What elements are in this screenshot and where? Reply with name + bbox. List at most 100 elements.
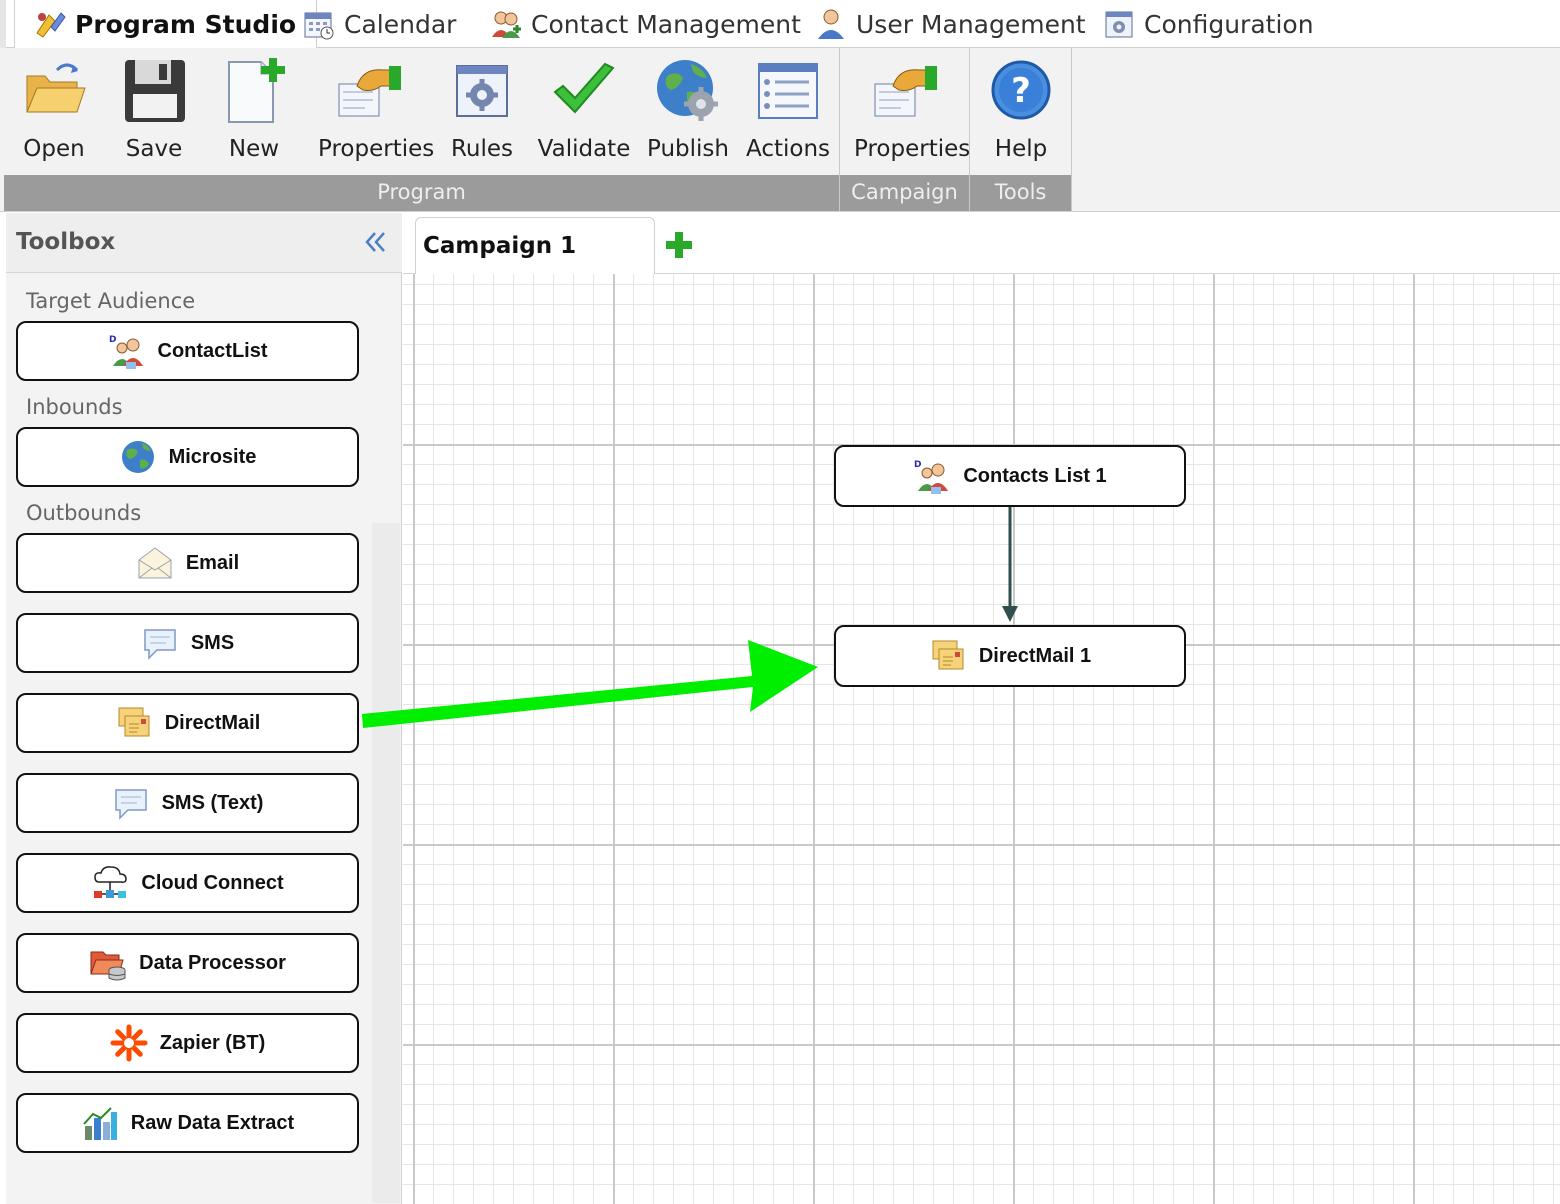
add-campaign-plus-icon[interactable] [665, 231, 693, 259]
workflow-canvas[interactable]: D Contacts List 1 DirectMail 1 [403, 274, 1560, 1204]
globe-icon [119, 438, 157, 476]
tool-email[interactable]: Email [16, 533, 359, 593]
toolbox-scrollbar[interactable] [372, 523, 400, 1203]
node-directmail[interactable]: DirectMail 1 [834, 625, 1186, 687]
tool-label: SMS [190, 631, 235, 654]
tool-data-processor[interactable]: Data Processor [16, 933, 359, 993]
toolbox-title: Toolbox [16, 229, 116, 255]
globe-gear-icon [657, 60, 718, 121]
user-icon [814, 7, 848, 41]
tab-program-studio[interactable]: Program Studio [14, 0, 318, 49]
tool-sms-text[interactable]: SMS (Text) [16, 773, 359, 833]
ribbon-toolbar: Open Save New Properties Rules Validate … [0, 48, 1560, 212]
svg-text:?: ? [1011, 71, 1031, 111]
save-button[interactable]: Save [104, 56, 204, 168]
publish-label: Publish [647, 136, 729, 162]
tab-label: Configuration [1144, 9, 1314, 39]
contact-list-icon: D [913, 457, 951, 495]
campaign-tabs: Campaign 1 [403, 213, 1560, 275]
tool-directmail[interactable]: DirectMail [16, 693, 359, 753]
envelope-icon [136, 544, 174, 582]
calendar-icon [302, 7, 336, 41]
tool-label: SMS (Text) [161, 791, 264, 814]
tool-label: Cloud Connect [141, 871, 284, 894]
properties-label: Properties [854, 136, 971, 162]
tab-label: Contact Management [531, 9, 801, 39]
speech-bubble-icon [141, 624, 179, 662]
speech-bubble-icon [112, 784, 150, 822]
checkmark-icon [553, 62, 615, 114]
ribbon-group-label: Program [4, 175, 839, 211]
tab-label: Program Studio [75, 9, 297, 39]
ribbon-group-label: Campaign [840, 175, 969, 211]
properties-icon [874, 66, 937, 117]
tab-label: Calendar [344, 9, 457, 39]
save-label: Save [125, 136, 183, 162]
tool-microsite[interactable]: Microsite [16, 427, 359, 487]
ribbon-group-program: Open Save New Properties Rules Validate … [4, 48, 840, 211]
contact-list-icon: D [108, 332, 146, 370]
actions-button[interactable]: Actions [738, 56, 838, 168]
new-button[interactable]: New [204, 56, 304, 168]
rules-label: Rules [450, 136, 514, 162]
section-outbounds: Outbounds [26, 501, 142, 525]
publish-button[interactable]: Publish [638, 56, 738, 168]
validate-label: Validate [537, 136, 631, 162]
contacts-icon [489, 7, 523, 41]
save-disk-icon [125, 60, 185, 122]
top-left-strip [0, 0, 6, 48]
tool-label: Microsite [168, 445, 257, 468]
actions-list-icon [758, 63, 818, 119]
tab-label: User Management [856, 9, 1086, 39]
rules-gear-icon [456, 65, 508, 117]
section-target-audience: Target Audience [26, 289, 196, 313]
tool-label: ContactList [157, 339, 268, 362]
open-button[interactable]: Open [4, 56, 104, 168]
actions-label: Actions [745, 136, 830, 162]
open-label: Open [23, 136, 85, 162]
new-document-icon [228, 58, 285, 123]
svg-text:D: D [109, 335, 116, 345]
help-button[interactable]: ? Help [971, 56, 1071, 168]
data-processor-icon [89, 944, 127, 982]
tool-raw-data-extract[interactable]: Raw Data Extract [16, 1093, 359, 1153]
campaign-properties-button[interactable]: Properties [854, 56, 971, 168]
tab-contact-management[interactable]: Contact Management [489, 0, 801, 48]
program-studio-icon [33, 7, 67, 41]
svg-text:D: D [914, 460, 921, 470]
tool-zapier[interactable]: Zapier (BT) [16, 1013, 359, 1073]
direct-mail-icon [929, 637, 967, 675]
toolbox-header: Toolbox [6, 213, 402, 273]
tab-user-management[interactable]: User Management [814, 0, 1086, 48]
direct-mail-icon [115, 704, 153, 742]
cloud-network-icon [91, 864, 129, 902]
tool-label: Email [185, 551, 240, 574]
tab-calendar[interactable]: Calendar [302, 0, 456, 48]
ribbon-group-label: Tools [970, 175, 1071, 211]
tool-label: Data Processor [139, 951, 286, 974]
tab-campaign-1[interactable]: Campaign 1 [415, 217, 655, 275]
zapier-asterisk-icon [110, 1024, 148, 1062]
open-folder-icon [26, 63, 86, 113]
tool-sms[interactable]: SMS [16, 613, 359, 673]
section-inbounds: Inbounds [26, 395, 123, 419]
configuration-icon [1102, 7, 1136, 41]
tool-label: DirectMail [164, 711, 261, 734]
tool-label: Raw Data Extract [130, 1111, 295, 1134]
tool-cloud-connect[interactable]: Cloud Connect [16, 853, 359, 913]
properties-icon [338, 66, 401, 117]
help-question-icon: ? [991, 60, 1051, 120]
help-label: Help [994, 136, 1048, 162]
toolbox-panel: Toolbox Target Audience D ContactList In… [6, 213, 402, 1204]
node-contacts-list[interactable]: D Contacts List 1 [834, 445, 1186, 507]
bar-chart-icon [81, 1104, 119, 1142]
tool-contactlist[interactable]: D ContactList [16, 321, 359, 381]
rules-button[interactable]: Rules [432, 56, 532, 168]
tab-configuration[interactable]: Configuration [1102, 0, 1314, 48]
collapse-double-chevron-icon[interactable] [362, 227, 388, 257]
program-properties-button[interactable]: Properties [318, 56, 434, 168]
new-label: New [228, 136, 280, 162]
node-label: Contacts List 1 [963, 464, 1107, 487]
validate-button[interactable]: Validate [534, 56, 634, 168]
top-navigation: Program Studio Calendar Contact Manageme… [0, 0, 1560, 49]
